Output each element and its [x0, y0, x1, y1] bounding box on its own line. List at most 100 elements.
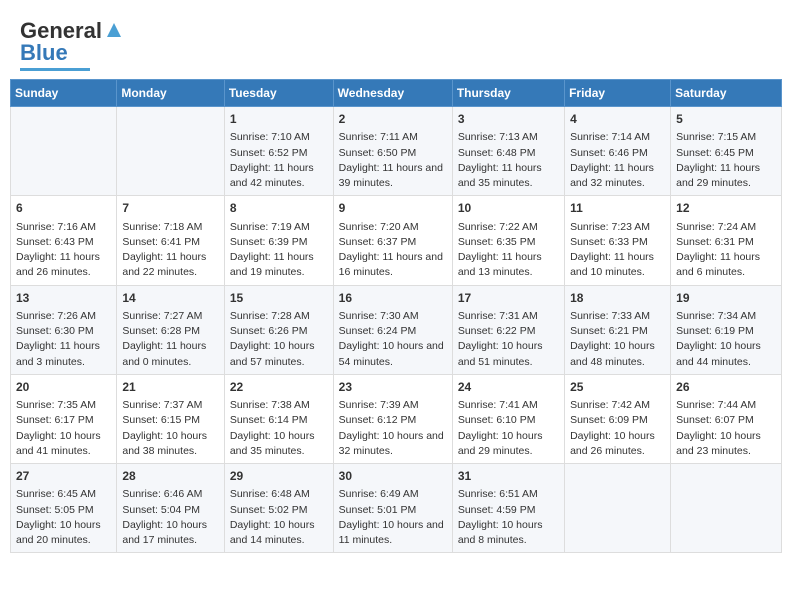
calendar-cell: 7 Sunrise: 7:18 AMSunset: 6:41 PMDaylight… [117, 196, 224, 285]
day-number: 19 [676, 290, 776, 307]
calendar-cell: 13Sunrise: 7:26 AMSunset: 6:30 PMDayligh… [11, 285, 117, 374]
day-number: 29 [230, 468, 328, 485]
calendar-cell [11, 107, 117, 196]
day-number: 6 [16, 200, 111, 217]
day-info: Sunrise: 7:19 AMSunset: 6:39 PMDaylight:… [230, 220, 328, 281]
day-info: Sunrise: 7:37 AMSunset: 6:15 PMDaylight:… [122, 398, 218, 459]
day-number: 7 [122, 200, 218, 217]
calendar-cell: 26 Sunrise: 7:44 AMSunset: 6:07 PMDayligh… [671, 374, 782, 463]
day-info: Sunrise: 7:15 AMSunset: 6:45 PMDaylight:… [676, 130, 776, 191]
day-info: Sunrise: 7:35 AMSunset: 6:17 PMDaylight:… [16, 398, 111, 459]
day-info: Sunrise: 7:27 AMSunset: 6:28 PMDaylight:… [122, 309, 218, 370]
day-info: Sunrise: 7:33 AMSunset: 6:21 PMDaylight:… [570, 309, 665, 370]
day-number: 13 [16, 290, 111, 307]
calendar-cell: 27 Sunrise: 6:45 AMSunset: 5:05 PMDayligh… [11, 464, 117, 553]
calendar-table: SundayMondayTuesdayWednesdayThursdayFrid… [10, 79, 782, 553]
calendar-cell: 8 Sunrise: 7:19 AMSunset: 6:39 PMDaylight… [224, 196, 333, 285]
day-number: 16 [339, 290, 447, 307]
day-info: Sunrise: 6:49 AMSunset: 5:01 PMDaylight:… [339, 487, 447, 548]
calendar-cell: 17 Sunrise: 7:31 AMSunset: 6:22 PMDayligh… [452, 285, 564, 374]
day-number: 22 [230, 379, 328, 396]
calendar-cell: 23Sunrise: 7:39 AMSunset: 6:12 PMDayligh… [333, 374, 452, 463]
calendar-cell: 20Sunrise: 7:35 AMSunset: 6:17 PMDayligh… [11, 374, 117, 463]
logo-underline [20, 68, 90, 71]
day-number: 25 [570, 379, 665, 396]
day-number: 2 [339, 111, 447, 128]
day-of-week-header: Tuesday [224, 80, 333, 107]
calendar-cell: 18 Sunrise: 7:33 AMSunset: 6:21 PMDayligh… [565, 285, 671, 374]
day-of-week-header: Thursday [452, 80, 564, 107]
logo: General Blue [20, 18, 125, 71]
calendar-cell: 28 Sunrise: 6:46 AMSunset: 5:04 PMDayligh… [117, 464, 224, 553]
day-of-week-header: Sunday [11, 80, 117, 107]
day-info: Sunrise: 7:22 AMSunset: 6:35 PMDaylight:… [458, 220, 559, 281]
day-info: Sunrise: 7:34 AMSunset: 6:19 PMDaylight:… [676, 309, 776, 370]
calendar-cell: 22 Sunrise: 7:38 AMSunset: 6:14 PMDayligh… [224, 374, 333, 463]
day-info: Sunrise: 7:14 AMSunset: 6:46 PMDaylight:… [570, 130, 665, 191]
day-info: Sunrise: 7:44 AMSunset: 6:07 PMDaylight:… [676, 398, 776, 459]
day-number: 27 [16, 468, 111, 485]
day-number: 4 [570, 111, 665, 128]
day-info: Sunrise: 7:30 AMSunset: 6:24 PMDaylight:… [339, 309, 447, 370]
calendar-cell: 11Sunrise: 7:23 AMSunset: 6:33 PMDayligh… [565, 196, 671, 285]
day-number: 8 [230, 200, 328, 217]
calendar-cell [117, 107, 224, 196]
calendar-cell: 12 Sunrise: 7:24 AMSunset: 6:31 PMDayligh… [671, 196, 782, 285]
day-number: 11 [570, 200, 665, 217]
calendar-cell: 4 Sunrise: 7:14 AMSunset: 6:46 PMDaylight… [565, 107, 671, 196]
day-number: 3 [458, 111, 559, 128]
day-info: Sunrise: 7:28 AMSunset: 6:26 PMDaylight:… [230, 309, 328, 370]
day-number: 10 [458, 200, 559, 217]
day-info: Sunrise: 7:24 AMSunset: 6:31 PMDaylight:… [676, 220, 776, 281]
calendar-cell: 15 Sunrise: 7:28 AMSunset: 6:26 PMDayligh… [224, 285, 333, 374]
day-info: Sunrise: 7:38 AMSunset: 6:14 PMDaylight:… [230, 398, 328, 459]
day-of-week-header: Monday [117, 80, 224, 107]
day-number: 15 [230, 290, 328, 307]
logo-arrow-icon [103, 19, 125, 41]
day-info: Sunrise: 6:48 AMSunset: 5:02 PMDaylight:… [230, 487, 328, 548]
day-of-week-header: Friday [565, 80, 671, 107]
calendar-cell: 6 Sunrise: 7:16 AMSunset: 6:43 PMDaylight… [11, 196, 117, 285]
calendar-cell: 30Sunrise: 6:49 AMSunset: 5:01 PMDayligh… [333, 464, 452, 553]
calendar-cell: 29 Sunrise: 6:48 AMSunset: 5:02 PMDayligh… [224, 464, 333, 553]
calendar-cell: 14Sunrise: 7:27 AMSunset: 6:28 PMDayligh… [117, 285, 224, 374]
day-number: 28 [122, 468, 218, 485]
calendar-cell: 24 Sunrise: 7:41 AMSunset: 6:10 PMDayligh… [452, 374, 564, 463]
calendar-cell: 2 Sunrise: 7:11 AMSunset: 6:50 PMDaylight… [333, 107, 452, 196]
calendar-cell: 3 Sunrise: 7:13 AMSunset: 6:48 PMDaylight… [452, 107, 564, 196]
calendar-cell: 31 Sunrise: 6:51 AMSunset: 4:59 PMDayligh… [452, 464, 564, 553]
day-number: 12 [676, 200, 776, 217]
calendar-cell: 9Sunrise: 7:20 AMSunset: 6:37 PMDaylight… [333, 196, 452, 285]
calendar-cell: 16 Sunrise: 7:30 AMSunset: 6:24 PMDayligh… [333, 285, 452, 374]
day-number: 1 [230, 111, 328, 128]
day-info: Sunrise: 6:46 AMSunset: 5:04 PMDaylight:… [122, 487, 218, 548]
calendar-cell: 5 Sunrise: 7:15 AMSunset: 6:45 PMDaylight… [671, 107, 782, 196]
day-info: Sunrise: 7:10 AMSunset: 6:52 PMDaylight:… [230, 130, 328, 191]
day-info: Sunrise: 7:42 AMSunset: 6:09 PMDaylight:… [570, 398, 665, 459]
calendar-cell: 10 Sunrise: 7:22 AMSunset: 6:35 PMDayligh… [452, 196, 564, 285]
calendar-cell [565, 464, 671, 553]
calendar-cell: 19 Sunrise: 7:34 AMSunset: 6:19 PMDayligh… [671, 285, 782, 374]
day-info: Sunrise: 6:45 AMSunset: 5:05 PMDaylight:… [16, 487, 111, 548]
day-number: 24 [458, 379, 559, 396]
day-info: Sunrise: 6:51 AMSunset: 4:59 PMDaylight:… [458, 487, 559, 548]
day-number: 5 [676, 111, 776, 128]
day-info: Sunrise: 7:11 AMSunset: 6:50 PMDaylight:… [339, 130, 447, 191]
day-number: 26 [676, 379, 776, 396]
calendar-cell: 1 Sunrise: 7:10 AMSunset: 6:52 PMDaylight… [224, 107, 333, 196]
calendar-cell [671, 464, 782, 553]
logo-blue: Blue [20, 40, 68, 66]
page-header: General Blue [10, 10, 782, 79]
day-of-week-header: Wednesday [333, 80, 452, 107]
day-of-week-header: Saturday [671, 80, 782, 107]
calendar-cell: 21Sunrise: 7:37 AMSunset: 6:15 PMDayligh… [117, 374, 224, 463]
day-number: 31 [458, 468, 559, 485]
day-info: Sunrise: 7:16 AMSunset: 6:43 PMDaylight:… [16, 220, 111, 281]
day-number: 17 [458, 290, 559, 307]
day-info: Sunrise: 7:18 AMSunset: 6:41 PMDaylight:… [122, 220, 218, 281]
day-info: Sunrise: 7:31 AMSunset: 6:22 PMDaylight:… [458, 309, 559, 370]
day-info: Sunrise: 7:13 AMSunset: 6:48 PMDaylight:… [458, 130, 559, 191]
day-info: Sunrise: 7:41 AMSunset: 6:10 PMDaylight:… [458, 398, 559, 459]
day-number: 18 [570, 290, 665, 307]
day-info: Sunrise: 7:20 AMSunset: 6:37 PMDaylight:… [339, 220, 447, 281]
